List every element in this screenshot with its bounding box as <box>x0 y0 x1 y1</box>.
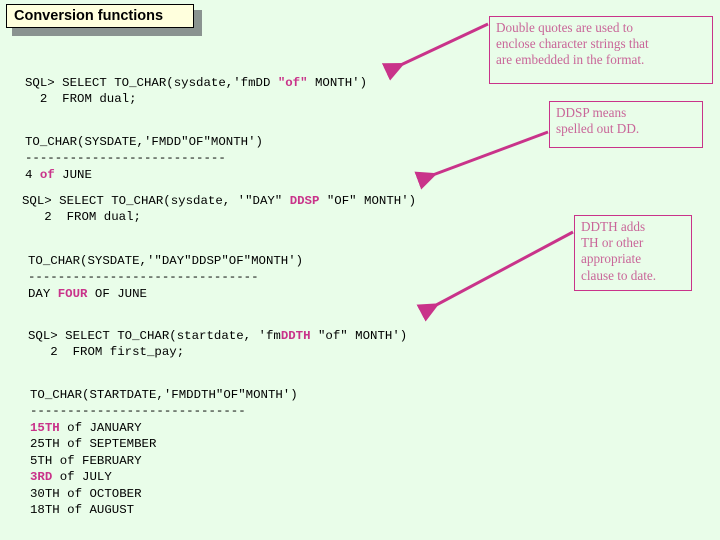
callout-ddth: DDTH adds TH or other appropriate clause… <box>574 215 692 291</box>
result-row: 25TH of SEPTEMBER <box>30 437 156 451</box>
code-block-4-result: TO_CHAR(SYSDATE,'"DAY"DDSP"OF"MONTH') --… <box>28 236 303 319</box>
callout-line: appropriate <box>581 251 642 267</box>
result-row-ordinal: 30TH <box>30 486 60 501</box>
code-block-5: SQL> SELECT TO_CHAR(startdate, 'fmDDTH "… <box>28 311 407 377</box>
code-highlight-ddsp: DDSP <box>289 193 320 208</box>
result-rule: --------------------------- <box>25 151 226 165</box>
callout-line: clause to date. <box>581 267 657 283</box>
result-row: 30TH of OCTOBER <box>30 487 142 501</box>
code-highlight-four: FOUR <box>57 286 88 301</box>
callout-line: spelled out DD. <box>556 121 640 137</box>
result-rows: 15TH of JANUARY 25TH of SEPTEMBER 5TH of… <box>30 421 156 518</box>
callout-line: Double quotes are used to <box>496 20 633 35</box>
callout-double-quotes: Double quotes are used to enclose charac… <box>489 16 713 84</box>
result-header: TO_CHAR(STARTDATE,'FMDDTH"OF"MONTH') <box>30 387 298 402</box>
result-row-ordinal: 3RD <box>30 470 53 484</box>
code-text: SQL> SELECT TO_CHAR(sysdate, '"DAY" <box>22 193 290 208</box>
result-row: 5TH of FEBRUARY <box>30 454 142 468</box>
result-rule: ------------------------------- <box>28 270 259 284</box>
callout-ddsp: DDSP means spelled out DD. <box>549 101 703 148</box>
slide-title-banner: Conversion functions <box>6 4 202 36</box>
result-row-month: of AUGUST <box>59 503 135 517</box>
result-header: TO_CHAR(SYSDATE,'FMDD"OF"MONTH') <box>25 134 263 149</box>
result-row: 18TH of AUGUST <box>30 503 134 517</box>
code-block-6-result: TO_CHAR(STARTDATE,'FMDDTH"OF"MONTH') ---… <box>30 370 298 535</box>
result-row-ordinal: 25TH <box>30 437 60 451</box>
code-text: MONTH') <box>307 75 368 90</box>
result-row: 3RD of JULY <box>30 470 112 484</box>
result-row-ordinal: 5TH <box>30 453 53 468</box>
result-row-ordinal: 15TH <box>30 420 60 435</box>
code-text: SQL> SELECT TO_CHAR(sysdate,'fmDD <box>25 75 278 90</box>
result-header: TO_CHAR(SYSDATE,'"DAY"DDSP"OF"MONTH') <box>28 253 304 268</box>
title-box: Conversion functions <box>6 4 194 28</box>
slide-canvas: Conversion functions SQL> SELECT TO_CHAR… <box>0 0 720 540</box>
result-row: 15TH of JANUARY <box>30 421 142 435</box>
callout-line: DDTH adds <box>581 219 646 234</box>
callout-line: enclose character strings that <box>496 36 649 52</box>
arrow-to-ddth <box>416 230 574 322</box>
code-block-1: SQL> SELECT TO_CHAR(sysdate,'fmDD "of" M… <box>25 58 367 124</box>
result-row-month: of JULY <box>52 470 112 484</box>
code-text: "of" MONTH') <box>310 328 408 343</box>
code-text: OF JUNE <box>87 286 147 301</box>
arrow-to-ddsp <box>414 130 549 190</box>
code-line: 2 FROM dual; <box>25 92 137 106</box>
result-row-month: of JANUARY <box>59 420 142 435</box>
result-rule: ----------------------------- <box>30 404 246 418</box>
code-line: SQL> SELECT TO_CHAR(sysdate,'fmDD "of" M… <box>25 76 367 90</box>
page-title: Conversion functions <box>14 8 164 24</box>
code-line: SQL> SELECT TO_CHAR(sysdate, '"DAY" DDSP… <box>22 194 416 208</box>
code-text: SQL> SELECT TO_CHAR(startdate, 'fm <box>28 328 281 343</box>
result-row-month: of OCTOBER <box>59 486 142 501</box>
code-line: SQL> SELECT TO_CHAR(startdate, 'fmDDTH "… <box>28 329 407 343</box>
callout-line: are embedded in the format. <box>496 52 645 68</box>
arrow-to-of <box>381 22 489 81</box>
result-row-month: of SEPTEMBER <box>59 437 157 451</box>
code-highlight-of: "of" <box>277 75 308 90</box>
code-highlight-ddth: DDTH <box>280 328 311 343</box>
callout-line: DDSP means <box>556 105 627 120</box>
result-row: DAY FOUR OF JUNE <box>28 287 147 301</box>
code-text: "OF" MONTH') <box>319 193 417 208</box>
result-row-ordinal: 18TH <box>30 503 60 517</box>
result-row-month: of FEBRUARY <box>52 453 142 468</box>
code-line: 2 FROM first_pay; <box>28 345 185 359</box>
code-line: 2 FROM dual; <box>22 210 141 224</box>
code-block-3: SQL> SELECT TO_CHAR(sysdate, '"DAY" DDSP… <box>22 176 416 242</box>
callout-line: TH or other <box>581 235 644 251</box>
code-text: DAY <box>28 286 58 301</box>
